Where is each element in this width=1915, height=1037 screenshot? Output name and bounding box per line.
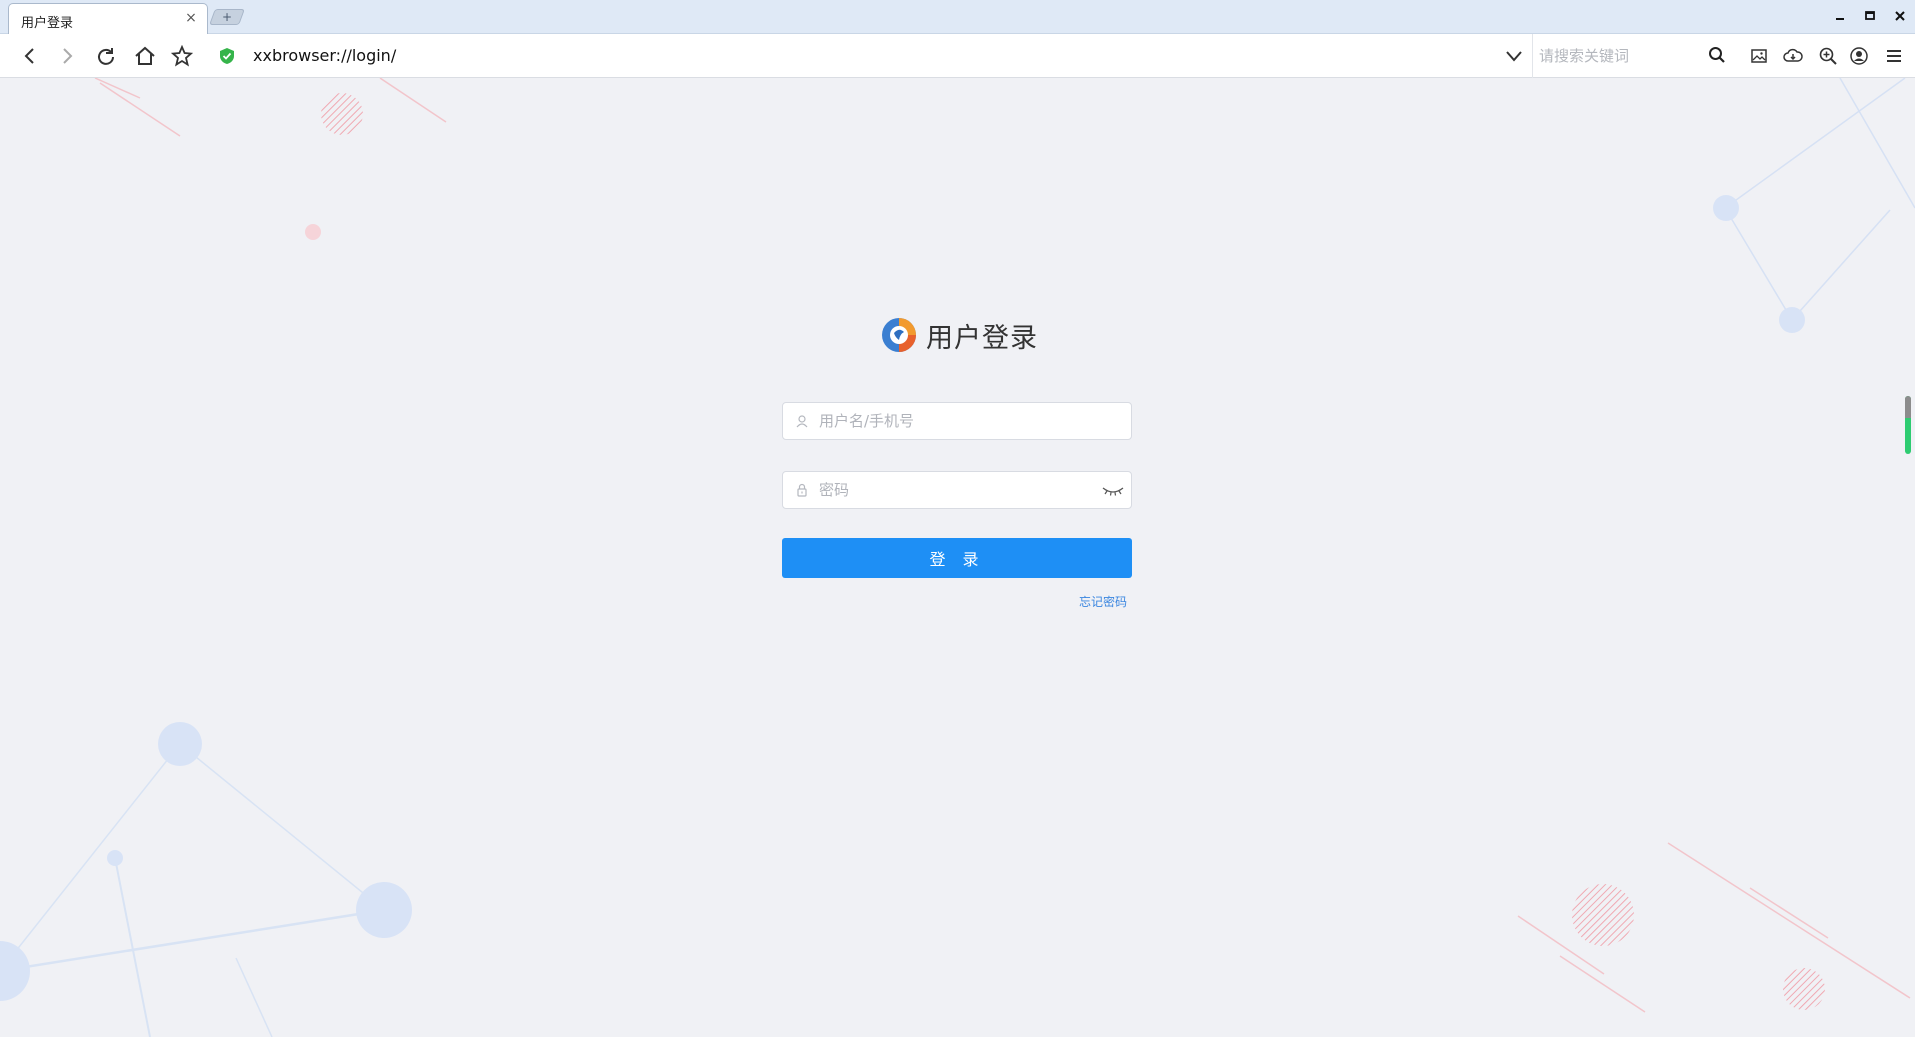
forgot-password-link[interactable]: 忘记密码 bbox=[1079, 593, 1127, 610]
tab-title: 用户登录 bbox=[21, 16, 74, 31]
logo-icon bbox=[882, 318, 916, 352]
menu-button[interactable] bbox=[1883, 45, 1905, 67]
password-input[interactable] bbox=[817, 472, 1087, 508]
image-button[interactable] bbox=[1748, 45, 1770, 67]
account-button[interactable] bbox=[1848, 45, 1870, 67]
page-title: 用户登录 bbox=[926, 322, 1038, 354]
bookmark-button[interactable] bbox=[170, 44, 194, 68]
minimize-button[interactable] bbox=[1825, 0, 1855, 32]
zoom-button[interactable] bbox=[1817, 45, 1839, 67]
hamburger-menu-icon bbox=[1887, 50, 1901, 62]
close-window-button[interactable] bbox=[1885, 0, 1915, 32]
back-arrow-icon bbox=[24, 48, 34, 64]
search-icon[interactable] bbox=[1707, 45, 1727, 65]
plus-icon: + bbox=[221, 10, 233, 24]
tab-close-icon[interactable]: × bbox=[183, 10, 199, 26]
window-controls bbox=[1825, 0, 1915, 34]
username-input[interactable] bbox=[817, 403, 1087, 439]
login-header: 用户登录 bbox=[880, 315, 1038, 355]
login-button[interactable]: 登 录 bbox=[782, 538, 1132, 578]
login-page: 用户登录 登 录 忘记密码 bbox=[0, 78, 1915, 1037]
tab-login[interactable]: 用户登录 × bbox=[8, 3, 208, 35]
download-button[interactable] bbox=[1782, 45, 1804, 67]
tab-bar: 用户登录 × + bbox=[0, 0, 1915, 35]
password-field bbox=[782, 471, 1132, 509]
minimize-icon bbox=[1836, 18, 1844, 20]
chevron-down-icon[interactable] bbox=[1504, 46, 1524, 66]
browser-toolbar: xxbrowser://login/ bbox=[0, 34, 1915, 78]
shield-icon bbox=[220, 48, 234, 64]
maximize-button[interactable] bbox=[1855, 0, 1885, 32]
scroll-indicator[interactable] bbox=[1905, 396, 1911, 454]
search-box bbox=[1532, 34, 1732, 78]
reload-icon bbox=[98, 48, 114, 65]
maximize-icon bbox=[1865, 11, 1875, 20]
image-icon bbox=[1751, 49, 1767, 63]
reload-button[interactable] bbox=[94, 44, 118, 68]
search-input[interactable] bbox=[1537, 44, 1697, 68]
address-bar[interactable]: xxbrowser://login/ bbox=[253, 46, 396, 65]
cloud-download-icon bbox=[1783, 48, 1803, 62]
star-icon bbox=[171, 45, 193, 67]
forward-arrow-icon bbox=[63, 48, 73, 64]
new-tab-button[interactable]: + bbox=[209, 9, 245, 25]
home-icon bbox=[135, 46, 155, 65]
lock-icon bbox=[797, 483, 807, 497]
back-button[interactable] bbox=[18, 44, 42, 68]
user-outline-icon bbox=[796, 415, 808, 428]
close-icon bbox=[1895, 11, 1905, 21]
eye-closed-icon[interactable] bbox=[1101, 482, 1125, 498]
user-icon bbox=[1850, 47, 1868, 65]
home-button[interactable] bbox=[133, 44, 157, 68]
username-field bbox=[782, 402, 1132, 440]
forward-button[interactable] bbox=[55, 44, 79, 68]
zoom-in-icon bbox=[1819, 47, 1837, 65]
